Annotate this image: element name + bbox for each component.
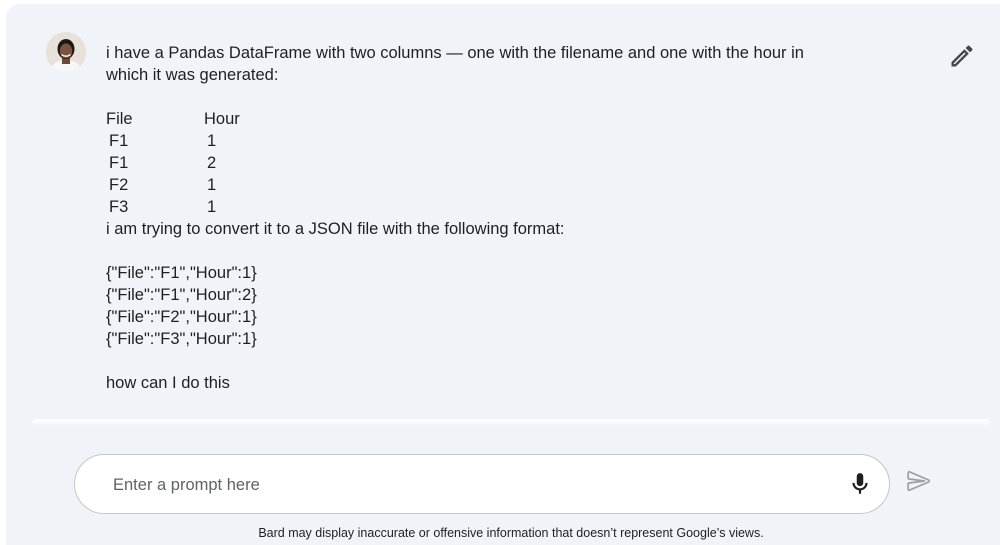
json-line: {"File":"F2","Hour":1} [106,308,257,326]
column-header-file: File [106,110,133,128]
cell-file: F1 [109,154,129,172]
cell-hour: 1 [207,176,217,194]
json-line: {"File":"F1","Hour":2} [106,286,257,304]
message-intro-line-2: which it was generated: [106,66,279,84]
column-header-hour: Hour [204,110,240,128]
cell-hour: 2 [207,154,217,172]
conversation-divider [32,419,990,427]
send-icon[interactable] [906,468,932,494]
message-intro-line-1: i have a Pandas DataFrame with two colum… [106,44,804,62]
dataframe-row: F3 1 [106,196,846,218]
user-avatar-icon[interactable] [46,32,86,72]
message-question: how can I do this [106,374,230,392]
user-message: i have a Pandas DataFrame with two colum… [106,42,846,394]
disclaimer-text: Bard may display inaccurate or offensive… [258,526,764,540]
prompt-input[interactable] [111,455,815,515]
microphone-icon[interactable] [847,471,873,497]
cell-file: F2 [109,176,129,194]
pencil-icon[interactable] [948,42,976,70]
json-line: {"File":"F3","Hour":1} [106,330,257,348]
message-convert-line: i am trying to convert it to a JSON file… [106,220,565,238]
dataframe-row: F1 1 [106,130,846,152]
chat-panel: i have a Pandas DataFrame with two colum… [6,4,1000,545]
json-line: {"File":"F1","Hour":1} [106,264,257,282]
cell-file: F1 [109,132,129,150]
prompt-box [74,454,890,515]
cell-file: F3 [109,198,129,216]
dataframe-row: F1 2 [106,152,846,174]
cell-hour: 1 [207,198,217,216]
dataframe-row: F2 1 [106,174,846,196]
cell-hour: 1 [207,132,217,150]
dataframe-header: File Hour [106,108,846,130]
